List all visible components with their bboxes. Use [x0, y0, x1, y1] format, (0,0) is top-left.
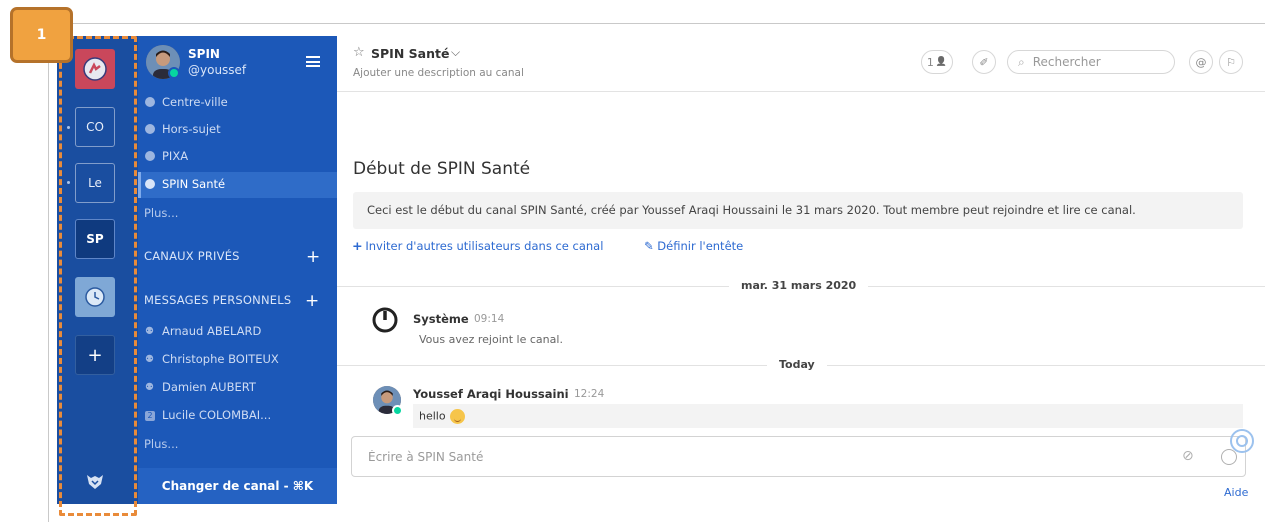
- member-icon: 👤: [935, 57, 948, 67]
- sidebar-item-dm-damien[interactable]: ⚉ Damien AUBERT: [138, 375, 337, 401]
- member-count: 1: [926, 55, 934, 69]
- direct-messages-header: MESSAGES PERSONNELS: [144, 293, 292, 307]
- globe-icon: [145, 97, 155, 107]
- sidebar-item-label: Damien AUBERT: [162, 380, 256, 394]
- window-left-border: [48, 23, 49, 522]
- sidebar-item-label: Lucile COLOMBAI...: [162, 408, 272, 422]
- main-content: ☆ SPIN Santé ⌵ Ajouter une description a…: [337, 36, 1265, 522]
- cursor-indicator-icon: [1230, 429, 1254, 453]
- user-icon: ⚉: [145, 326, 154, 337]
- channel-sidebar: SPIN @youssef Centre-ville Hors-sujet PI…: [138, 36, 337, 504]
- help-link[interactable]: Aide: [1224, 486, 1248, 499]
- switch-channel-button[interactable]: Changer de canal - ⌘K: [138, 468, 337, 504]
- channel-intro-title: Début de SPIN Santé: [353, 159, 531, 179]
- flag-icon[interactable]: ⚐: [1219, 50, 1243, 74]
- online-status-icon: [168, 67, 180, 79]
- message-composer[interactable]: ⊘: [351, 436, 1246, 477]
- message-input[interactable]: [366, 449, 1150, 465]
- hamburger-menu-icon[interactable]: [306, 56, 320, 67]
- invite-users-label: Inviter d'autres utilisateurs dans ce ca…: [365, 239, 604, 253]
- sidebar-item-label: Christophe BOITEUX: [162, 352, 279, 366]
- globe-icon: [145, 179, 155, 189]
- channel-description-link[interactable]: Ajouter une description au canal: [353, 67, 524, 79]
- sidebar-item-spin-sante[interactable]: SPIN Santé: [138, 172, 337, 198]
- team-name: SPIN: [188, 47, 220, 61]
- member-count-button[interactable]: 1 👤: [921, 50, 953, 74]
- search-icon: ⌕: [1018, 54, 1025, 69]
- sidebar-header[interactable]: SPIN @youssef: [138, 36, 337, 90]
- sidebar-item-label: Arnaud ABELARD: [162, 324, 262, 338]
- user-icon: ⚉: [145, 354, 154, 365]
- channel-header: ☆ SPIN Santé ⌵ Ajouter une description a…: [337, 36, 1265, 92]
- chevron-down-icon[interactable]: ⌵: [451, 45, 460, 60]
- set-header-link[interactable]: ✎ Définir l'entête: [644, 239, 743, 253]
- message-author[interactable]: Système: [413, 312, 469, 326]
- add-direct-message-button[interactable]: +: [305, 293, 319, 310]
- search-box[interactable]: ⌕: [1007, 50, 1175, 74]
- smiley-emoji-icon: [449, 409, 465, 424]
- sidebar-item-dm-arnaud[interactable]: ⚉ Arnaud ABELARD: [138, 319, 337, 345]
- window-top-border: [48, 23, 1265, 24]
- online-status-icon: [392, 405, 403, 416]
- sidebar-item-label: Centre-ville: [162, 95, 228, 109]
- sidebar-item-centre-ville[interactable]: Centre-ville: [138, 90, 337, 116]
- pin-icon[interactable]: ✐: [972, 50, 996, 74]
- group-count-icon: 2: [145, 411, 155, 421]
- add-private-channel-button[interactable]: +: [306, 249, 320, 266]
- search-input[interactable]: [1030, 54, 1155, 70]
- channel-intro-box: Ceci est le début du canal SPIN Santé, c…: [353, 192, 1243, 229]
- sidebar-item-dm-lucile[interactable]: 2 Lucile COLOMBAI...: [138, 403, 337, 429]
- annotation-badge: 1: [10, 7, 73, 63]
- annotation-highlight-box: [59, 36, 137, 516]
- date-separator: Today: [767, 358, 827, 371]
- private-channels-header: CANAUX PRIVÉS: [144, 249, 240, 263]
- username: @youssef: [188, 63, 247, 77]
- globe-icon: [145, 124, 155, 134]
- user-icon: ⚉: [145, 382, 154, 393]
- mentions-icon[interactable]: @: [1189, 50, 1213, 74]
- set-header-label: Définir l'entête: [657, 239, 744, 253]
- system-icon: [372, 307, 398, 333]
- message-text: hello: [419, 409, 446, 423]
- message-time[interactable]: 12:24: [574, 388, 604, 400]
- message-body: hello: [419, 409, 465, 424]
- message-time[interactable]: 09:14: [474, 313, 504, 325]
- sidebar-item-label: PIXA: [162, 149, 189, 163]
- sidebar-item-label: Hors-sujet: [162, 122, 221, 136]
- invite-users-link[interactable]: ➕︎ Inviter d'autres utilisateurs dans ce…: [353, 239, 603, 254]
- more-direct-messages-link[interactable]: Plus...: [144, 437, 178, 451]
- more-public-channels-link[interactable]: Plus...: [144, 206, 178, 220]
- sidebar-item-dm-christophe[interactable]: ⚉ Christophe BOITEUX: [138, 347, 337, 373]
- date-separator: mar. 31 mars 2020: [729, 279, 869, 292]
- add-user-icon: ➕︎: [353, 239, 362, 253]
- sidebar-item-hors-sujet[interactable]: Hors-sujet: [138, 117, 337, 143]
- pencil-icon: ✎: [644, 239, 654, 253]
- emoji-picker-icon[interactable]: [1221, 449, 1237, 465]
- channel-title[interactable]: SPIN Santé: [371, 46, 449, 61]
- sidebar-item-label: SPIN Santé: [162, 177, 226, 191]
- channel-intro-text: Ceci est le début du canal SPIN Santé, c…: [367, 203, 1136, 217]
- sidebar-item-pixa[interactable]: PIXA: [138, 144, 337, 170]
- attachment-icon[interactable]: ⊘: [1182, 448, 1194, 464]
- message-author[interactable]: Youssef Araqi Houssaini: [413, 387, 569, 401]
- star-icon[interactable]: ☆: [353, 45, 365, 60]
- message-body: Vous avez rejoint le canal.: [419, 333, 563, 346]
- globe-icon: [145, 151, 155, 161]
- message-highlight-row: [413, 404, 1243, 428]
